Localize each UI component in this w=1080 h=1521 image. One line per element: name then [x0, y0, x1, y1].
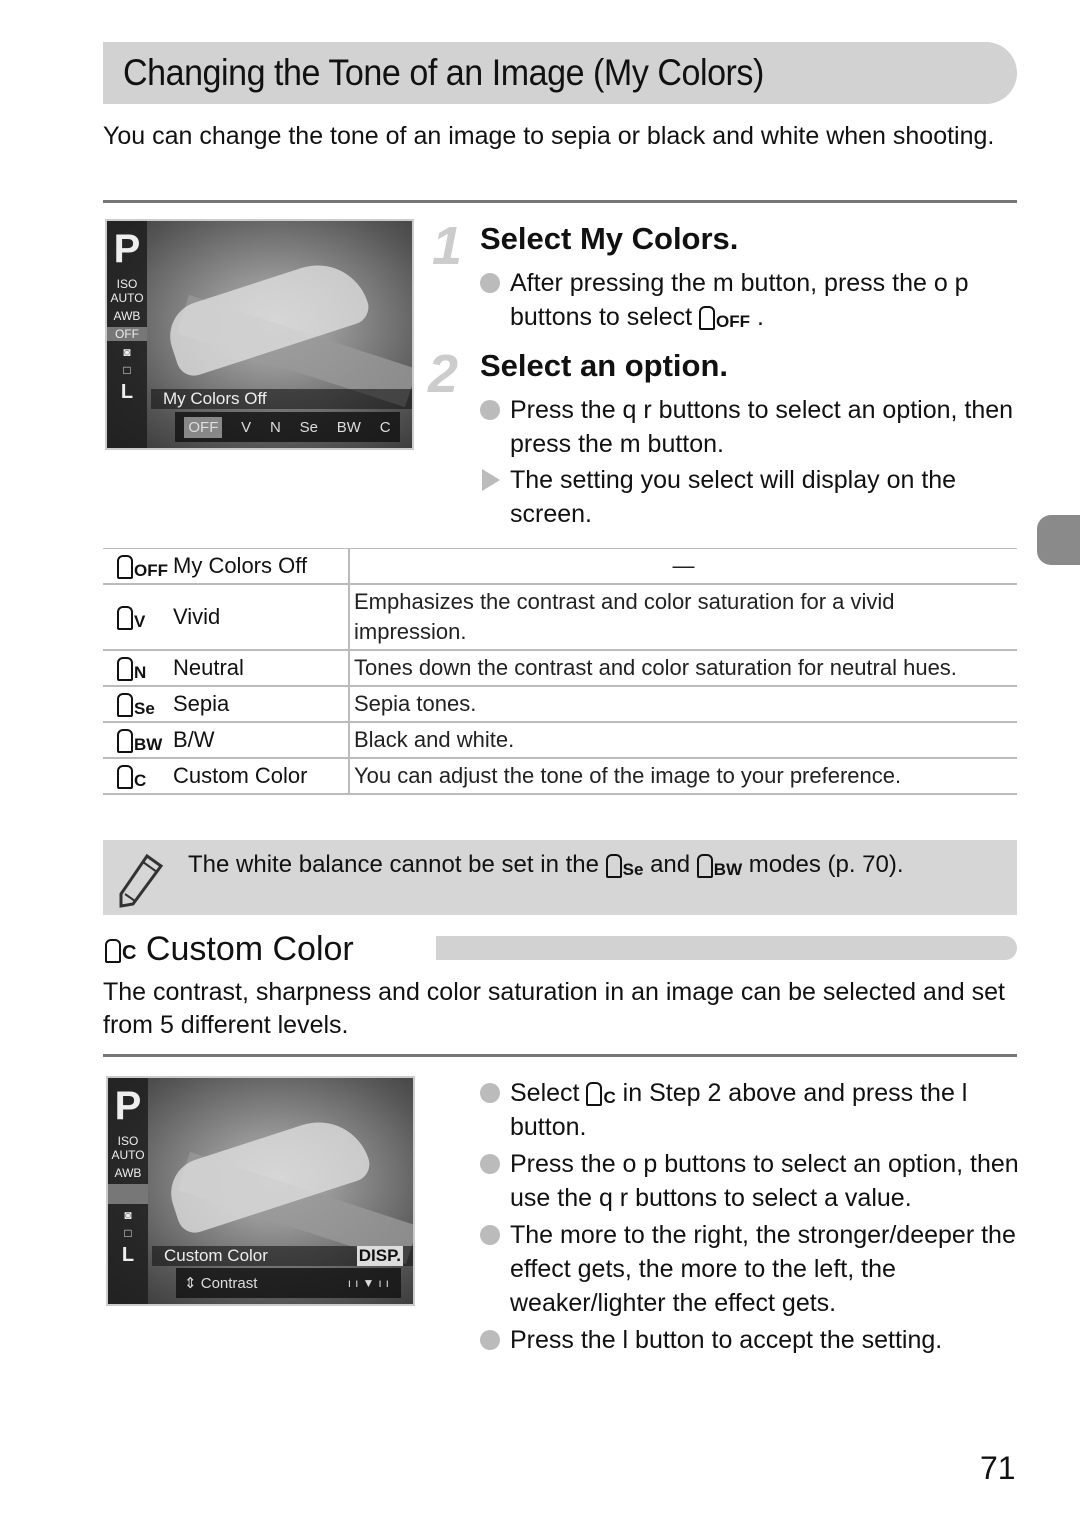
mode-description: Tones down the contrast and color satura… [349, 649, 1017, 687]
title-bar: Changing the Tone of an Image (My Colors… [103, 42, 1017, 104]
divider [103, 200, 1017, 203]
mode-name: Sepia [173, 691, 230, 716]
heading-bar [436, 936, 1017, 960]
bw-icon: BW [697, 854, 742, 878]
mode-description: — [349, 548, 1017, 585]
mode-description: You can adjust the tone of the image to … [349, 757, 1017, 795]
table-row: BW B/W Black and white. [103, 721, 1017, 759]
mode-description: Emphasizes the contrast and color satura… [349, 583, 1017, 651]
custom-color-icon: C [105, 939, 136, 963]
mode-icon: Se [117, 693, 173, 717]
mode-description: Sepia tones. [349, 685, 1017, 723]
sepia-icon: Se [606, 854, 644, 878]
intro-text: You can change the tone of an image to s… [103, 122, 995, 150]
my-colors-off-icon: OFF [699, 306, 750, 330]
camera-screen-my-colors: P ISO AUTO AWB OFF ◙ □ L My Colors Off O… [105, 219, 414, 450]
page-title: Changing the Tone of an Image (My Colors… [123, 52, 764, 93]
my-colors-options: OFF V N Se BW C [175, 412, 400, 442]
mode-name: My Colors Off [173, 553, 308, 578]
table-row: Se Sepia Sepia tones. [103, 685, 1017, 723]
custom-bullet: The more to the right, the stronger/deep… [480, 1218, 1020, 1320]
custom-color-icon: C [586, 1082, 615, 1106]
camera-screen-custom-color: P ISO AUTO AWB ◙ □ L Custom Color DISP. … [106, 1076, 415, 1306]
screen-label: My Colors Off [151, 389, 412, 409]
mode-name: Vivid [173, 604, 221, 629]
custom-intro: The contrast, sharpness and color satura… [103, 978, 1005, 1039]
mode-icon: N [117, 657, 173, 681]
custom-bullet: Press the l button to accept the setting… [480, 1323, 1020, 1357]
mode-icon: V [117, 606, 173, 630]
my-colors-table: OFF My Colors Off — V Vivid Emphasizes the co… [103, 548, 1017, 795]
mode-description: Black and white. [349, 721, 1017, 759]
camera-menu-bar: P ISO AUTO AWB OFF ◙ □ L [107, 221, 147, 448]
pencil-icon [119, 853, 164, 908]
mode-name: B/W [173, 727, 215, 752]
page-number: 71 [980, 1450, 1016, 1486]
step-title: Select an option. [480, 348, 729, 383]
step-result: The setting you select will display on t… [480, 463, 1000, 531]
mode-icon: OFF [117, 555, 173, 579]
step-bullet: After pressing the m button, press the o… [480, 266, 1000, 334]
contrast-label: ⇕ Contrast [184, 1275, 258, 1292]
mode-name: Custom Color [173, 763, 308, 788]
step-number: 1 [432, 216, 463, 276]
disp-button-label: DISP. [356, 1246, 403, 1266]
level-scale: ıı▼ıı [347, 1276, 393, 1290]
metering-icon: ◙ [123, 345, 131, 359]
table-row: OFF My Colors Off — [103, 548, 1017, 585]
step-bullet: Press the q r buttons to select an optio… [480, 393, 1020, 461]
mode-icon: BW [117, 729, 173, 753]
screen-label: Custom Color [164, 1246, 268, 1265]
arrow-icon [482, 469, 500, 491]
divider [103, 1054, 1017, 1057]
table-row: V Vivid Emphasizes the contrast and color … [103, 583, 1017, 651]
table-row: C Custom Color You can adjust the tone of … [103, 757, 1017, 795]
mode-name: Neutral [173, 655, 244, 680]
note-box: The white balance cannot be set in the S… [103, 840, 1017, 915]
custom-bullet: Select C in Step 2 above and press the l… [480, 1076, 1020, 1144]
custom-bullet: Press the o p buttons to select an optio… [480, 1147, 1020, 1215]
step-title: Select My Colors. [480, 221, 739, 256]
chapter-tab [1037, 515, 1080, 565]
mode-icon: C [117, 765, 173, 789]
step-number: 2 [428, 344, 459, 404]
table-row: N Neutral Tones down the contrast and colo… [103, 649, 1017, 687]
section-heading: C Custom Color [105, 930, 354, 969]
